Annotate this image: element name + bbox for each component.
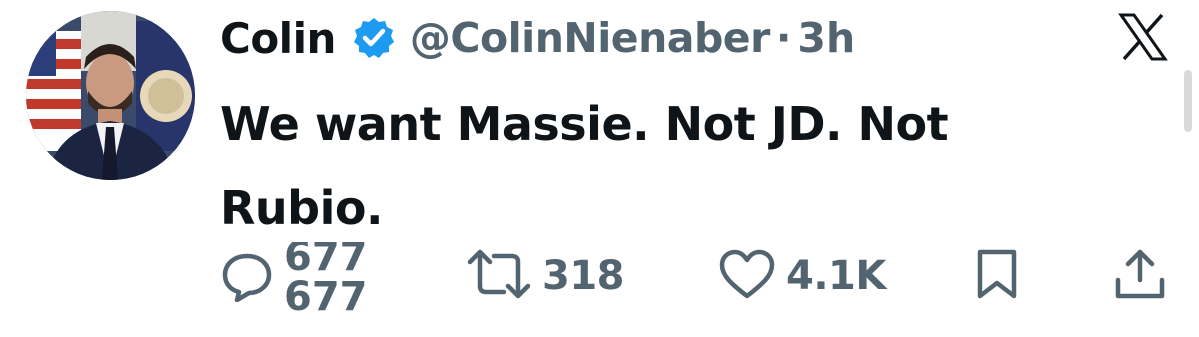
header-separator: · bbox=[775, 14, 792, 62]
like-count: 4.1K bbox=[786, 253, 886, 299]
author-name[interactable]: Colin bbox=[220, 14, 336, 63]
like-button[interactable]: 4.1K bbox=[718, 248, 886, 304]
heart-icon bbox=[718, 248, 776, 304]
tweet-header: Colin @ColinNienaber · 3h bbox=[220, 6, 855, 70]
avatar[interactable] bbox=[26, 11, 195, 180]
author-handle[interactable]: @ColinNienaber bbox=[410, 14, 770, 62]
verified-badge-icon bbox=[352, 16, 396, 60]
tweet-actions: 677 677 318 4.1K bbox=[0, 240, 1199, 320]
repost-icon bbox=[466, 248, 532, 304]
reply-count: 677 677 bbox=[284, 242, 404, 312]
repost-count: 318 bbox=[542, 253, 625, 299]
share-icon bbox=[1112, 246, 1168, 306]
share-button[interactable] bbox=[1112, 246, 1168, 306]
bookmark-icon bbox=[974, 248, 1020, 304]
reply-button[interactable]: 677 677 bbox=[220, 242, 404, 312]
tweet-text: We want Massie. Not JD. Not Rubio. bbox=[220, 97, 949, 235]
avatar-photo bbox=[26, 11, 195, 180]
reply-count-next: 677 bbox=[284, 274, 368, 312]
scrollbar[interactable] bbox=[1184, 70, 1192, 132]
bookmark-button[interactable] bbox=[974, 248, 1020, 304]
repost-button[interactable]: 318 bbox=[466, 248, 625, 304]
reply-icon bbox=[220, 248, 274, 306]
timestamp[interactable]: 3h bbox=[797, 14, 855, 62]
x-logo-icon[interactable] bbox=[1118, 12, 1168, 62]
